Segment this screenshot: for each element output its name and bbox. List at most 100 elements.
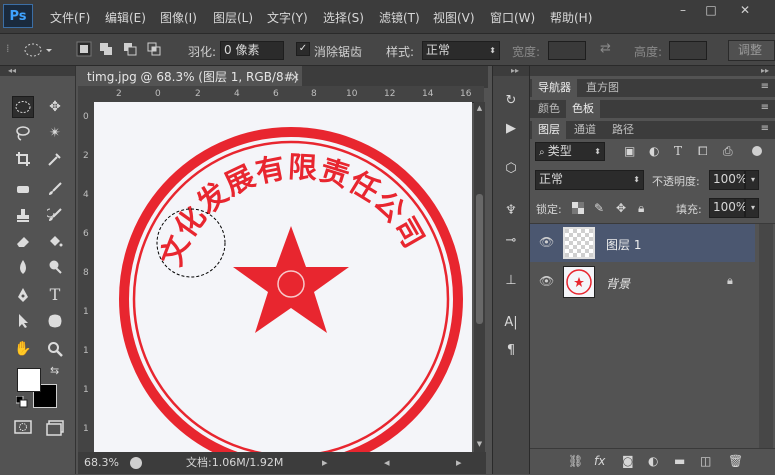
- menu-select[interactable]: 选择(S): [323, 9, 364, 26]
- document-canvas[interactable]: 文化发展有限责任公司: [94, 102, 472, 454]
- visibility-eye-icon[interactable]: 👁︎: [539, 235, 554, 249]
- close-window-button[interactable]: ✕: [734, 2, 756, 18]
- layers-scrollbar[interactable]: [759, 224, 773, 448]
- eyedropper-tool-icon[interactable]: [44, 148, 66, 170]
- filter-toggle-icon[interactable]: [752, 146, 762, 156]
- swap-icon[interactable]: ⇄: [600, 41, 611, 56]
- dock-expand-icon[interactable]: ▸▸: [493, 66, 529, 76]
- blend-mode-dropdown[interactable]: 正常 ⬍: [535, 170, 644, 190]
- tools-collapse-icon[interactable]: ◂◂: [0, 66, 75, 76]
- menu-file[interactable]: 文件(F): [50, 9, 90, 26]
- add-mask-icon[interactable]: ◙: [622, 454, 634, 468]
- tab-histogram[interactable]: 直方图: [580, 79, 625, 97]
- zoom-tool-icon[interactable]: [44, 338, 66, 360]
- vertical-scrollbar[interactable]: ▲ ▼: [474, 102, 485, 454]
- new-group-icon[interactable]: ▬: [674, 454, 685, 468]
- screen-mode-icon[interactable]: [46, 420, 64, 439]
- scroll-up-icon[interactable]: ▲: [474, 104, 485, 114]
- lock-position-icon[interactable]: ✥: [616, 201, 626, 215]
- pen-tool-icon[interactable]: [12, 284, 34, 306]
- menu-edit[interactable]: 编辑(E): [105, 9, 146, 26]
- filter-adjustment-icon[interactable]: ◐: [649, 144, 659, 158]
- layer-filter-dropdown[interactable]: ⌕ 类型 ⬍: [535, 142, 605, 161]
- lock-image-icon[interactable]: ✎: [594, 201, 604, 215]
- fill-slider-toggle[interactable]: ▾: [745, 198, 759, 218]
- intersect-selection-icon[interactable]: [146, 41, 162, 60]
- history-brush-tool-icon[interactable]: [44, 204, 66, 226]
- eraser-tool-icon[interactable]: [12, 230, 34, 252]
- clone-source-icon[interactable]: ⊥: [500, 270, 522, 292]
- type-tool-icon[interactable]: T: [44, 284, 66, 306]
- lock-transparent-icon[interactable]: [572, 202, 584, 217]
- scroll-thumb[interactable]: [476, 194, 483, 324]
- panel-menu-icon[interactable]: ≡: [761, 81, 769, 92]
- brush-presets-icon[interactable]: ♆: [500, 200, 522, 222]
- elliptical-marquee-tool-icon[interactable]: [12, 96, 34, 118]
- close-document-icon[interactable]: ×: [290, 66, 300, 88]
- height-input[interactable]: [669, 41, 707, 60]
- zoom-level[interactable]: 68.3%: [84, 452, 119, 474]
- default-colors-icon[interactable]: [15, 395, 28, 411]
- quick-mask-icon[interactable]: [14, 420, 32, 437]
- paragraph-panel-icon[interactable]: ¶: [500, 340, 522, 362]
- filter-smart-object-icon[interactable]: ⎙: [723, 144, 733, 159]
- scroll-down-icon[interactable]: ▼: [474, 440, 485, 450]
- status-info-icon[interactable]: [130, 457, 142, 469]
- antialias-checkbox[interactable]: ✓: [296, 42, 310, 56]
- visibility-eye-icon[interactable]: 👁︎: [539, 274, 554, 288]
- tab-channels[interactable]: 通道: [568, 121, 602, 139]
- elliptical-marquee-preset-icon[interactable]: [22, 40, 52, 63]
- new-adjustment-layer-icon[interactable]: ◐: [648, 454, 658, 468]
- clone-stamp-tool-icon[interactable]: [12, 204, 34, 226]
- healing-brush-tool-icon[interactable]: [12, 178, 34, 200]
- layer-style-icon[interactable]: fx: [594, 454, 605, 468]
- custom-shape-tool-icon[interactable]: [44, 310, 66, 332]
- layer-name[interactable]: 图层 1: [606, 236, 641, 253]
- menu-filter[interactable]: 滤镜(T): [379, 9, 420, 26]
- filter-type-icon[interactable]: T: [674, 144, 682, 158]
- minimize-button[interactable]: –: [672, 2, 694, 18]
- layer-row[interactable]: 👁︎ 图层 1: [530, 224, 755, 262]
- panel-menu-icon[interactable]: ≡: [761, 123, 769, 134]
- feather-input[interactable]: 0 像素: [220, 41, 284, 60]
- actions-panel-icon[interactable]: ▶: [500, 118, 522, 140]
- lock-all-icon[interactable]: 🔒︎: [638, 201, 644, 216]
- filter-shape-icon[interactable]: ⧠: [698, 144, 708, 159]
- magic-wand-tool-icon[interactable]: ✴: [44, 122, 66, 144]
- layer-name[interactable]: 背景: [606, 275, 630, 292]
- tab-color[interactable]: 颜色: [532, 100, 566, 118]
- new-selection-icon[interactable]: [76, 41, 92, 60]
- move-tool-icon[interactable]: ✥: [44, 96, 66, 118]
- scroll-left-icon[interactable]: ◂: [384, 452, 390, 474]
- menu-view[interactable]: 视图(V): [433, 9, 475, 26]
- width-input[interactable]: [548, 41, 586, 60]
- path-selection-tool-icon[interactable]: [12, 310, 34, 332]
- swap-colors-icon[interactable]: ⇆: [50, 364, 59, 377]
- menu-type[interactable]: 文字(Y): [267, 9, 308, 26]
- refine-edge-button[interactable]: 调整: [728, 40, 775, 61]
- tab-swatches[interactable]: 色板: [566, 100, 600, 118]
- status-menu-arrow-icon[interactable]: ▸: [322, 452, 328, 474]
- crop-tool-icon[interactable]: [12, 148, 34, 170]
- blur-tool-icon[interactable]: [12, 256, 34, 278]
- menu-image[interactable]: 图像(I): [160, 9, 197, 26]
- scroll-right-icon[interactable]: ▸: [456, 452, 462, 474]
- panel-menu-icon[interactable]: ≡: [761, 102, 769, 113]
- add-selection-icon[interactable]: [98, 41, 114, 60]
- brush-tool-icon[interactable]: [44, 178, 66, 200]
- filter-pixel-icon[interactable]: ▣: [624, 144, 635, 158]
- opacity-input[interactable]: 100%: [709, 170, 747, 190]
- fill-input[interactable]: 100%: [709, 198, 747, 218]
- lasso-tool-icon[interactable]: [12, 122, 34, 144]
- history-panel-icon[interactable]: ↻: [500, 90, 522, 112]
- layer-row[interactable]: 👁︎ 背景 🔒︎: [530, 263, 755, 301]
- foreground-color-swatch[interactable]: [17, 368, 41, 392]
- 3d-panel-icon[interactable]: ⬡: [500, 158, 522, 180]
- restore-button[interactable]: □: [700, 2, 722, 18]
- delete-layer-icon[interactable]: 🗑︎: [728, 454, 743, 468]
- link-layers-icon[interactable]: ⛓︎: [568, 454, 583, 468]
- opacity-slider-toggle[interactable]: ▾: [745, 170, 759, 190]
- style-dropdown[interactable]: 正常 ⬍: [422, 41, 500, 60]
- hand-tool-icon[interactable]: ✋: [12, 338, 34, 360]
- tab-layers[interactable]: 图层: [532, 121, 566, 139]
